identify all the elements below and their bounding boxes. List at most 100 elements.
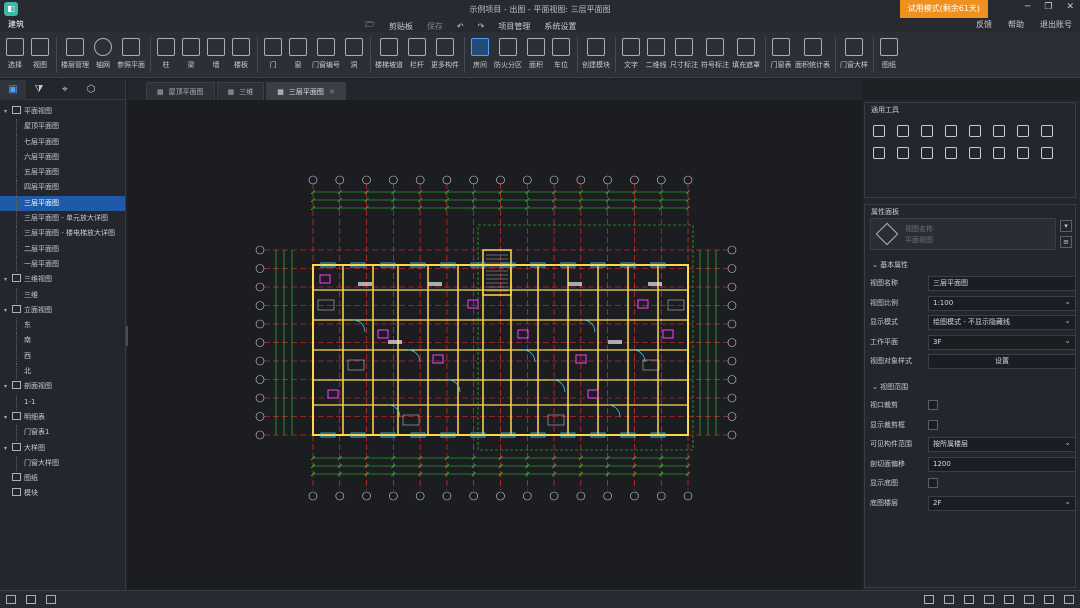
- layout-cascade-icon[interactable]: [46, 595, 56, 604]
- rotate-icon[interactable]: [921, 125, 933, 137]
- tree-group[interactable]: ▾ 剖面视图: [0, 379, 125, 394]
- ribbon-button-opening[interactable]: 洞: [343, 32, 365, 78]
- zoom-icon[interactable]: [1064, 595, 1074, 604]
- ribbon-button-parking[interactable]: 车位: [550, 32, 572, 78]
- ribbon-button-railing[interactable]: 栏杆: [406, 32, 428, 78]
- measure-icon[interactable]: [924, 595, 934, 604]
- property-input[interactable]: 1200: [928, 456, 1076, 472]
- ribbon-button-room[interactable]: 房间: [469, 32, 491, 78]
- tree-item[interactable]: 门窗表1: [0, 425, 125, 441]
- tree-item[interactable]: 二层平面图: [0, 241, 125, 258]
- tree-group[interactable]: ▾ 明细表: [0, 410, 125, 425]
- tree-item[interactable]: 四层平面图: [0, 180, 125, 197]
- mirror-v-icon[interactable]: [969, 147, 981, 159]
- ribbon-button-area[interactable]: 面积: [525, 32, 547, 78]
- ribbon-button-reference-plane[interactable]: 参照平面: [117, 32, 145, 78]
- property-dropdown[interactable]: 3F: [928, 334, 1076, 350]
- ribbon-button-dimension[interactable]: 尺寸标注: [670, 32, 698, 78]
- layer-icon[interactable]: [1044, 595, 1054, 604]
- feedback-link[interactable]: 反馈: [976, 19, 992, 30]
- redo-icon[interactable]: ↷: [478, 22, 485, 31]
- expand-arrow-icon[interactable]: ▾: [4, 104, 12, 119]
- tree-item[interactable]: 北: [0, 364, 125, 380]
- tree-group[interactable]: ▾ 立面视图: [0, 303, 125, 318]
- tree-group[interactable]: 图纸: [0, 471, 125, 486]
- ribbon-button-column[interactable]: 柱: [155, 32, 177, 78]
- module-tab-architecture[interactable]: 建筑: [8, 19, 24, 30]
- move-icon[interactable]: [873, 125, 885, 137]
- minimize-button[interactable]: ─: [1025, 2, 1030, 12]
- property-checkbox[interactable]: [928, 478, 938, 488]
- grid-snap-icon[interactable]: [984, 595, 994, 604]
- expand-arrow-icon[interactable]: ▾: [4, 441, 12, 456]
- property-input[interactable]: 三层平面图: [928, 276, 1076, 291]
- layout-tile-icon[interactable]: [26, 595, 36, 604]
- view-tree-tab-icon[interactable]: ▣: [0, 79, 26, 100]
- ribbon-button-area-table[interactable]: 面积统计表: [795, 32, 830, 78]
- tree-item[interactable]: 一层平面图: [0, 256, 125, 273]
- type-edit-button[interactable]: ≡: [1060, 236, 1072, 248]
- delete-icon[interactable]: [993, 147, 1005, 159]
- tree-item[interactable]: 西: [0, 348, 125, 365]
- ribbon-button-view[interactable]: 视图: [29, 32, 51, 78]
- ortho-icon[interactable]: [964, 595, 974, 604]
- ribbon-button-door[interactable]: 门: [262, 32, 284, 78]
- tree-item[interactable]: 六层平面图: [0, 149, 125, 166]
- property-checkbox[interactable]: [928, 419, 938, 430]
- tree-item[interactable]: 五层平面图: [0, 165, 125, 181]
- expand-arrow-icon[interactable]: ▾: [4, 303, 12, 318]
- ribbon-button-select[interactable]: 选择: [4, 32, 26, 78]
- tree-group[interactable]: 模块: [0, 486, 125, 501]
- element-type-selector[interactable]: 视图名称 平面视图: [870, 218, 1056, 250]
- tree-item[interactable]: 南: [0, 333, 125, 350]
- ribbon-button-axis-grid[interactable]: 轴网: [92, 32, 114, 78]
- tree-group[interactable]: ▾ 三维视图: [0, 272, 125, 287]
- tree-item[interactable]: 三层平面图: [0, 195, 125, 212]
- close-tab-icon[interactable]: ✕: [329, 83, 335, 101]
- copy-icon[interactable]: [897, 125, 909, 137]
- ribbon-button-fire-zone[interactable]: 防火分区: [494, 32, 522, 78]
- tree-group[interactable]: ▾ 大样图: [0, 441, 125, 456]
- tree-item[interactable]: 门窗大样图: [0, 455, 125, 472]
- view-range-group[interactable]: ⌄ 视图范围: [872, 382, 908, 392]
- basic-properties-group[interactable]: ⌄ 基本属性: [872, 260, 908, 270]
- break-icon[interactable]: [945, 147, 957, 159]
- array-icon[interactable]: [897, 147, 909, 159]
- drawing-canvas[interactable]: [128, 100, 862, 590]
- ribbon-button-fill-mask[interactable]: 填充遮罩: [732, 32, 760, 78]
- save-button[interactable]: 保存: [427, 21, 443, 32]
- expand-arrow-icon[interactable]: ▾: [4, 272, 12, 287]
- ribbon-button-door-window-table[interactable]: 门窗表: [770, 32, 792, 78]
- match-icon[interactable]: [1017, 147, 1029, 159]
- doc-tab[interactable]: ▦ 屋顶平面图: [146, 82, 215, 100]
- undo-icon[interactable]: ↶: [457, 22, 464, 31]
- system-settings-menu[interactable]: 系统设置: [544, 21, 576, 32]
- tree-item[interactable]: 东: [0, 318, 125, 334]
- ribbon-button-window[interactable]: 窗: [287, 32, 309, 78]
- property-button[interactable]: 设置: [928, 354, 1076, 369]
- expand-arrow-icon[interactable]: ▾: [4, 410, 12, 425]
- doc-tab[interactable]: ▦ 三维: [216, 82, 265, 100]
- location-tab-icon[interactable]: ⌖: [52, 80, 78, 100]
- ribbon-button-door-window-detail[interactable]: 门窗大样: [840, 32, 868, 78]
- ribbon-button-wall[interactable]: 墙: [205, 32, 227, 78]
- ribbon-button-text[interactable]: 文字: [620, 32, 642, 78]
- property-dropdown[interactable]: 2F: [928, 495, 1076, 511]
- trim-icon[interactable]: [1017, 125, 1029, 137]
- model-tab-icon[interactable]: ⬡: [78, 80, 104, 100]
- trial-mode-button[interactable]: 试用模式(剩余61天): [899, 0, 988, 18]
- ribbon-button-symbol[interactable]: 符号标注: [701, 32, 729, 78]
- logout-link[interactable]: 退出账号: [1040, 19, 1072, 30]
- project-manage-menu[interactable]: 项目管理: [498, 21, 530, 32]
- type-dropdown-button[interactable]: ▾: [1060, 220, 1072, 232]
- property-dropdown[interactable]: 1:100: [928, 295, 1076, 311]
- split-icon[interactable]: [1041, 125, 1053, 137]
- ribbon-button-floor-manage[interactable]: 楼层管理: [61, 32, 89, 78]
- help-link[interactable]: 帮助: [1008, 19, 1024, 30]
- tree-item[interactable]: 屋顶平面图: [0, 119, 125, 135]
- filter-tab-icon[interactable]: ⧩: [26, 80, 52, 100]
- tree-item[interactable]: 1-1: [0, 394, 125, 411]
- property-dropdown[interactable]: 按所属楼层: [928, 436, 1076, 452]
- join-icon[interactable]: [921, 147, 933, 159]
- align-icon[interactable]: [969, 125, 981, 137]
